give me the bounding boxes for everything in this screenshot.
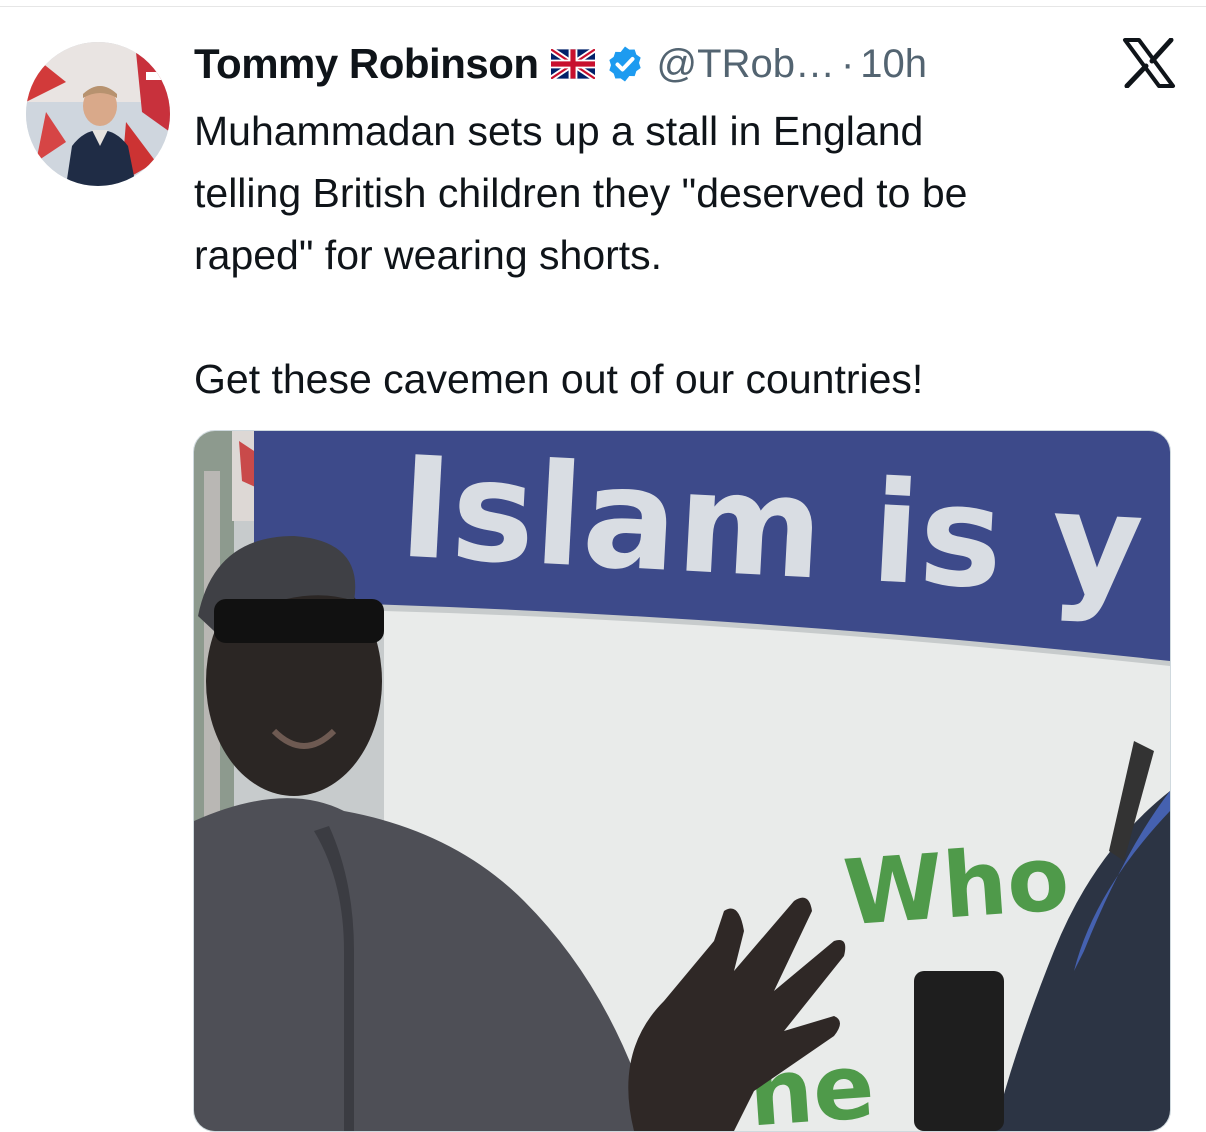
tweet-text-line: Muhammadan sets up a stall in England — [194, 108, 924, 154]
separator-dot: · — [840, 41, 855, 86]
x-logo-icon[interactable] — [1122, 37, 1176, 89]
tweet-text-line: raped" for wearing shorts. — [194, 232, 663, 278]
tweet-header: Tommy Robinson @TRob… · 10h — [194, 36, 927, 92]
top-divider — [0, 6, 1206, 7]
tweet-text-line: telling British children they "deserved … — [194, 170, 968, 216]
tweet-text: Muhammadan sets up a stall in England te… — [194, 100, 1154, 410]
sign-text: Who — [840, 826, 1072, 946]
uk-flag-icon — [548, 46, 597, 82]
avatar[interactable] — [26, 42, 170, 186]
tweet-text-line: Get these cavemen out of our countries! — [194, 356, 924, 402]
tweet-media-video[interactable]: Islam is y Who he — [193, 430, 1171, 1132]
verified-badge-icon — [605, 44, 645, 84]
video-frame: Islam is y Who he — [194, 431, 1170, 1131]
author-name[interactable]: Tommy Robinson — [194, 40, 539, 88]
author-handle[interactable]: @TRob… — [657, 42, 835, 87]
tweet-timestamp[interactable]: 10h — [860, 42, 927, 87]
avatar-image — [26, 42, 170, 186]
